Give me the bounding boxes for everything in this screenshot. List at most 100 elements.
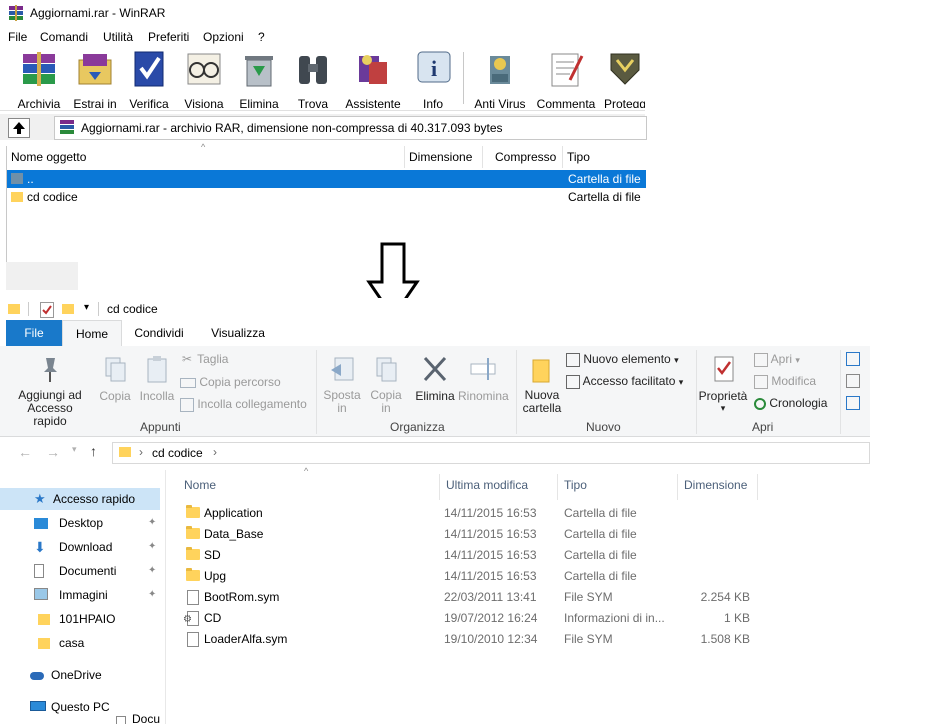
history-button[interactable]: Cronologia [754,396,827,410]
list-item[interactable]: SD 14/11/2015 16:53 Cartella di file [166,545,870,566]
copy-button[interactable]: Copia [98,354,132,403]
select-all-icon[interactable] [846,352,860,366]
properties-check-icon[interactable] [40,302,54,318]
path-icon [180,377,196,388]
folder-icon [186,547,200,560]
col-dimensione[interactable]: Dimensione [405,146,483,168]
proteggi-button[interactable]: Protegg [604,48,645,108]
col-tipo[interactable]: Tipo [563,146,646,168]
list-item[interactable]: Upg 14/11/2015 16:53 Cartella di file [166,566,870,587]
visiona-button[interactable]: Visiona [180,48,228,111]
dropdown-caret-icon: ▾ [795,355,800,365]
list-item[interactable]: ⚙ CD 19/07/2012 16:24 Informazioni di in… [166,608,870,629]
delete-button[interactable]: Elimina [414,354,456,403]
winrar-menu-bar: File Comandi Utilità Preferiti Opzioni ? [0,28,645,46]
col-compresso[interactable]: Compresso [483,146,563,168]
new-item-button[interactable]: Nuovo elemento ▾ [566,352,679,367]
menu-utilita[interactable]: Utilità [103,30,133,44]
up-arrow-icon[interactable]: ↑ [90,443,97,459]
assistente-button[interactable]: Assistente [344,48,402,111]
col-tipo[interactable]: Tipo [558,474,678,500]
delete-bin-icon [245,56,273,87]
forward-arrow-icon[interactable]: → [46,444,60,460]
recent-dropdown-icon[interactable]: ▾ [72,444,77,455]
sidebar-item-documenti-pc[interactable]: Documenti [0,714,160,724]
archivia-button[interactable]: Archivia [14,48,64,111]
dropdown-caret-icon: ▾ [674,355,679,365]
folder-icon [119,447,131,457]
view-glasses-icon [187,53,221,85]
col-nome-oggetto[interactable]: Nome oggetto [7,146,405,168]
list-item[interactable]: Data_Base 14/11/2015 16:53 Cartella di f… [166,524,870,545]
col-ultima-modifica[interactable]: Ultima modifica [440,474,558,500]
paste-shortcut-button[interactable]: Incolla collegamento [180,397,307,412]
file-icon [187,632,199,647]
list-item[interactable]: Application 14/11/2015 16:53 Cartella di… [166,503,870,524]
sidebar-item-casa[interactable]: casa [0,632,160,654]
paste-button[interactable]: Incolla [138,354,176,403]
table-row[interactable]: cd codice Cartella di file [7,188,646,206]
qat-dropdown-icon[interactable]: ▾ [84,302,89,313]
toolbar-separator [463,52,464,104]
paste-clipboard-icon [147,356,167,383]
sidebar-item-documenti[interactable]: Documenti ✦ [0,560,160,582]
trova-button[interactable]: Trova [290,48,336,111]
new-folder-button[interactable]: Nuova cartella [520,354,564,415]
folder-icon [38,638,50,649]
sidebar-item-onedrive[interactable]: OneDrive [0,664,160,686]
estrai-button[interactable]: Estrai in [70,48,120,111]
menu-comandi[interactable]: Comandi [40,30,88,44]
menu-file[interactable]: File [8,30,27,44]
folder-icon [186,526,200,539]
pictures-icon [34,588,48,600]
antivirus-button[interactable]: Anti Virus [472,48,528,111]
dropdown-caret-icon: ▾ [678,377,684,387]
elimina-button[interactable]: Elimina [236,48,282,111]
col-nome[interactable]: Nome [178,474,440,500]
sidebar-item-immagini[interactable]: Immagini ✦ [0,584,160,606]
sidebar-item-desktop[interactable]: Desktop ✦ [0,512,160,534]
col-dimensione[interactable]: Dimensione [678,474,758,500]
tab-condividi[interactable]: Condividi [126,320,192,346]
info-button[interactable]: i Info [414,48,452,111]
list-item[interactable]: LoaderAlfa.sym 19/10/2010 12:34 File SYM… [166,629,870,650]
tab-file[interactable]: File [6,320,62,346]
breadcrumb-chevron-icon[interactable]: › [213,445,217,459]
easy-access-button[interactable]: Accesso facilitato ▾ [566,374,683,389]
edit-button[interactable]: Modifica [754,374,816,389]
cut-button[interactable]: ✂ Taglia [180,352,229,366]
tab-home[interactable]: Home [62,320,122,347]
menu-preferiti[interactable]: Preferiti [148,30,189,44]
select-none-icon[interactable] [846,374,860,388]
gear-icon: ⚙ [183,614,192,625]
menu-opzioni[interactable]: Opzioni [203,30,244,44]
navigation-pane: ★ Accesso rapido Desktop ✦ ⬇ Download ✦ … [0,470,166,724]
sidebar-item-download[interactable]: ⬇ Download ✦ [0,536,160,558]
commenta-button[interactable]: Commenta [534,48,598,111]
archive-path-field[interactable]: Aggiornami.rar - archivio RAR, dimension… [54,116,647,140]
find-binoculars-icon [299,56,327,84]
copy-path-button[interactable]: Copia percorso [180,375,281,389]
up-arrow-icon [13,122,25,134]
invert-selection-icon[interactable] [846,396,860,410]
rename-button[interactable]: Rinomina [458,354,509,403]
sidebar-item-101hpaio[interactable]: 101HPAIO [0,608,160,630]
pin-quick-access-button[interactable]: Aggiungi ad Accesso rapido [10,354,90,428]
properties-button[interactable]: Proprietà ▾ [698,354,748,414]
new-folder-icon[interactable] [62,304,74,314]
verifica-button[interactable]: Verifica [126,48,172,111]
move-to-button[interactable]: Sposta in [322,354,362,415]
open-button[interactable]: Apri ▾ [754,352,800,367]
address-bar[interactable]: › cd codice › [112,442,870,464]
list-item[interactable]: BootRom.sym 22/03/2011 13:41 File SYM 2.… [166,587,870,608]
tab-visualizza[interactable]: Visualizza [204,320,272,346]
table-row[interactable]: .. Cartella di file [7,170,646,188]
copy-to-button[interactable]: Copia in [366,354,406,415]
winrar-app-icon [9,5,23,21]
back-arrow-icon[interactable]: ← [18,444,32,460]
up-folder-button[interactable] [8,118,30,138]
sidebar-item-accesso-rapido[interactable]: ★ Accesso rapido [0,488,160,510]
menu-help[interactable]: ? [258,30,265,44]
breadcrumb[interactable]: cd codice [152,446,203,460]
desktop-icon [34,518,48,529]
